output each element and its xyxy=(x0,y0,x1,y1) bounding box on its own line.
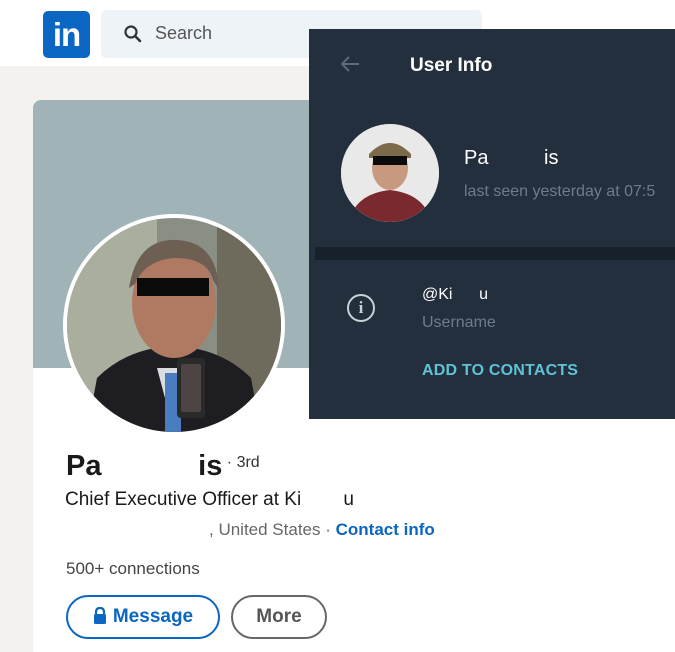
linkedin-logo-icon[interactable]: in xyxy=(43,11,90,58)
section-divider xyxy=(315,247,675,260)
more-button-label: More xyxy=(256,606,302,627)
profile-name: Pa is xyxy=(66,450,223,482)
info-icon: i xyxy=(347,294,375,322)
profile-avatar[interactable] xyxy=(63,214,285,436)
telegram-profile-photo xyxy=(341,124,439,222)
profile-location: , United States · xyxy=(209,520,336,539)
username-label: Username xyxy=(422,314,496,331)
connections-count[interactable]: 500+ connections xyxy=(66,559,200,579)
page: in Search Pa is · 3rd Chief Executive Of… xyxy=(0,0,675,652)
last-seen-status: last seen yesterday at 07:5 xyxy=(464,183,656,200)
telegram-header: User Info xyxy=(309,29,675,103)
connection-degree: · 3rd xyxy=(226,454,260,471)
add-to-contacts-button[interactable]: ADD TO CONTACTS xyxy=(422,362,578,380)
profile-photo xyxy=(67,218,281,432)
telegram-username[interactable]: @Ki u xyxy=(422,286,488,304)
more-button[interactable]: More xyxy=(231,595,327,639)
telegram-avatar[interactable] xyxy=(341,124,439,222)
back-arrow-icon[interactable] xyxy=(339,53,361,75)
telegram-user-name: Pa is xyxy=(464,147,559,169)
panel-title: User Info xyxy=(410,55,493,76)
profile-headline: Chief Executive Officer at Ki u xyxy=(65,489,354,510)
profile-name-row: Pa is · 3rd xyxy=(66,450,260,483)
profile-location-row: , United States · Contact info xyxy=(209,520,435,540)
search-icon xyxy=(124,25,142,43)
contact-info-link[interactable]: Contact info xyxy=(336,520,435,539)
search-placeholder: Search xyxy=(155,23,213,43)
telegram-user-info-panel: User Info Pa is last seen yesterday at 0… xyxy=(309,29,675,419)
lock-icon xyxy=(93,607,106,624)
message-button-label: Message xyxy=(112,606,194,627)
message-button[interactable]: Message xyxy=(66,595,220,639)
